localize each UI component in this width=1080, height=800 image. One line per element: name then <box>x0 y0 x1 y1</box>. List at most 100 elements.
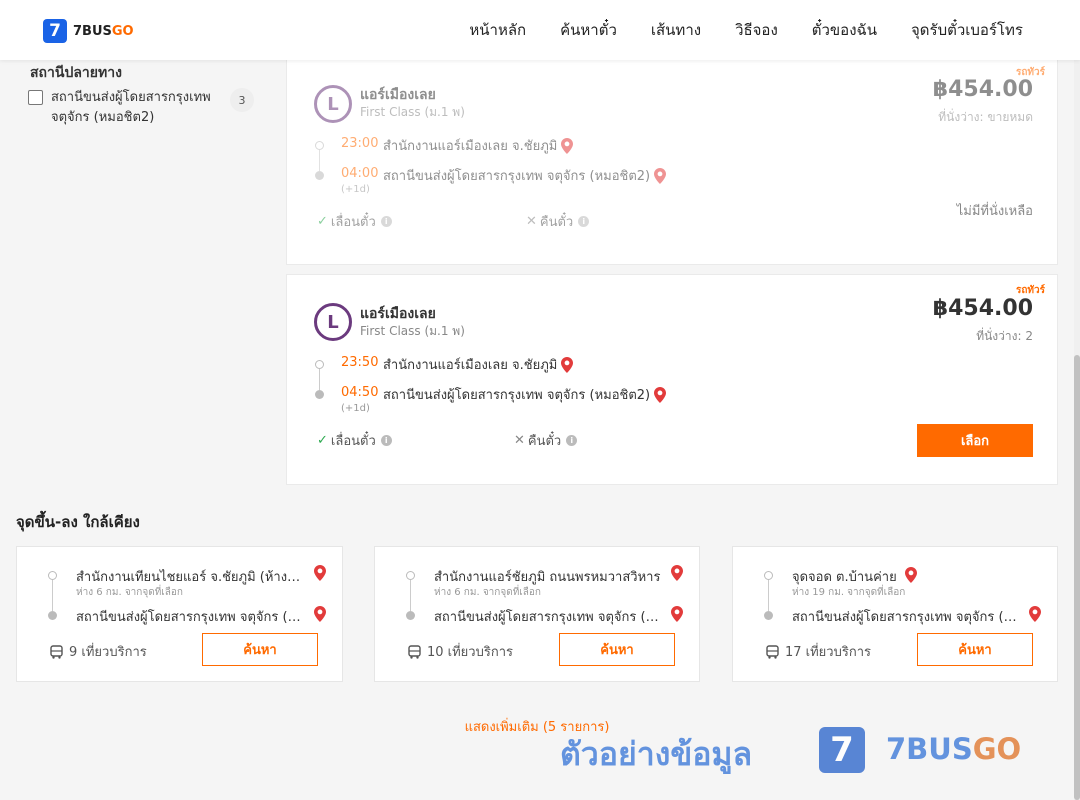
map-pin-icon[interactable] <box>654 167 667 184</box>
nearby-from-place: จุดจอด ต.บ้านค่าย <box>792 566 917 587</box>
filter-option-label[interactable]: สถานีขนส่งผู้โดยสารกรุงเทพ จตุจักร (หมอช… <box>51 88 221 128</box>
nearby-services: 10 เที่ยวบริการ <box>408 641 513 662</box>
nearby-search-button[interactable]: ค้นหา <box>202 633 318 666</box>
bus-class: First Class (ม.1 พ) <box>360 105 465 119</box>
route-end-dot <box>48 611 57 620</box>
depart-time: 23:00 <box>341 136 379 151</box>
cross-icon: ✕ <box>526 214 537 229</box>
trip-price: ฿454.00 <box>932 296 1033 321</box>
trip-card-sold-out: รถทัวร์ L แอร์เมืองเลย First Class (ม.1 … <box>286 56 1058 265</box>
trip-price: ฿454.00 <box>932 77 1033 102</box>
nav-ticket-pickup[interactable]: จุดรับตั๋วเบอร์โทร <box>911 18 1023 42</box>
feature-refund-ticket: ✕ คืนตั๋ว i <box>526 211 590 232</box>
nearby-search-button[interactable]: ค้นหา <box>559 633 675 666</box>
nearby-services: 17 เที่ยวบริการ <box>766 641 871 662</box>
logo-text: 7BUSGO <box>73 23 134 39</box>
nearby-to-place: สถานีขนส่งผู้โดยสารกรุงเทพ จตุจักร (หมอช… <box>76 610 308 625</box>
map-pin-icon[interactable] <box>671 606 683 622</box>
nearby-from-place: สำนักงานเทียนไชยแอร์ จ.ชัยภูมิ (ห้างบิ๊ก… <box>76 570 301 585</box>
nearby-to-place: สถานีขนส่งผู้โดยสารกรุงเทพ จตุจักร (หมอช… <box>792 610 1024 625</box>
map-pin-icon[interactable] <box>1029 606 1041 622</box>
route-line <box>52 580 53 611</box>
next-day-marker: (+1d) <box>341 403 370 414</box>
route-line <box>319 369 320 390</box>
nav-my-tickets[interactable]: ตั๋วของฉัน <box>812 18 877 42</box>
arrive-place: สถานีขนส่งผู้โดยสารกรุงเทพ จตุจักร (หมอช… <box>383 165 667 186</box>
map-pin-icon[interactable] <box>654 386 667 403</box>
depart-place: สำนักงานแอร์เมืองเลย จ.ชัยภูมิ <box>383 135 574 156</box>
arrive-time: 04:00 <box>341 166 379 181</box>
trip-card: รถทัวร์ L แอร์เมืองเลย First Class (ม.1 … <box>286 274 1058 485</box>
route-end-dot <box>406 611 415 620</box>
nearby-to-place: สถานีขนส่งผู้โดยสารกรุงเทพ จตุจักร (หมอช… <box>434 610 666 625</box>
depart-place: สำนักงานแอร์เมืองเลย จ.ชัยภูมิ <box>383 354 574 375</box>
route-end-dot <box>315 171 324 180</box>
seats-available: ที่นั่งว่าง: 2 <box>976 329 1033 343</box>
map-pin-icon[interactable] <box>671 565 683 581</box>
bus-icon <box>766 644 779 659</box>
arrive-place: สถานีขนส่งผู้โดยสารกรุงเทพ จตุจักร (หมอช… <box>383 384 667 405</box>
route-start-dot <box>764 571 773 580</box>
bus-icon <box>50 644 63 659</box>
checkbox-icon[interactable] <box>28 90 43 105</box>
logo-mark: 7 <box>43 19 67 43</box>
info-icon[interactable]: i <box>578 216 590 227</box>
next-day-marker: (+1d) <box>341 184 370 195</box>
filter-destination-option[interactable]: สถานีขนส่งผู้โดยสารกรุงเทพ จตุจักร (หมอช… <box>28 88 258 128</box>
feature-change-ticket: ✓ เลื่อนตั๋ว i <box>317 430 392 451</box>
nearby-stop-card: สำนักงานเทียนไชยแอร์ จ.ชัยภูมิ (ห้างบิ๊ก… <box>16 546 343 682</box>
bus-class: First Class (ม.1 พ) <box>360 324 465 338</box>
arrive-time: 04:50 <box>341 385 379 400</box>
page-scrollbar-thumb[interactable] <box>1074 355 1080 800</box>
sold-out-status: ไม่มีที่นั่งเหลือ <box>956 204 1033 219</box>
filter-option-count: 3 <box>230 88 254 112</box>
operator-logo-icon: L <box>314 303 352 341</box>
seats-available: ที่นั่งว่าง: ขายหมด <box>938 110 1033 124</box>
nearby-stop-card: จุดจอด ต.บ้านค่าย ห่าง 19 กม. จากจุดที่เ… <box>732 546 1058 682</box>
map-pin-icon[interactable] <box>904 567 917 583</box>
route-end-dot <box>764 611 773 620</box>
map-pin-icon[interactable] <box>561 356 574 373</box>
bus-icon <box>408 644 421 659</box>
nearby-search-button[interactable]: ค้นหา <box>917 633 1033 666</box>
filter-destination-title: สถานีปลายทาง <box>30 65 122 81</box>
feature-refund-ticket: ✕ คืนตั๋ว i <box>514 430 578 451</box>
watermark-logo-icon: 7 <box>819 727 865 773</box>
route-start-dot <box>315 360 324 369</box>
site-logo[interactable]: 7 7BUSGO <box>43 19 134 43</box>
feature-change-ticket: ✓ เลื่อนตั๋ว i <box>317 211 392 232</box>
map-pin-icon[interactable] <box>314 606 326 622</box>
route-start-dot <box>406 571 415 580</box>
depart-time: 23:50 <box>341 355 379 370</box>
info-icon[interactable]: i <box>566 435 578 446</box>
route-start-dot <box>315 141 324 150</box>
check-icon: ✓ <box>317 214 328 229</box>
route-line <box>768 580 769 611</box>
watermark-text: ตัวอย่างข้อมูล <box>560 735 753 773</box>
route-line <box>410 580 411 611</box>
main-nav: หน้าหลัก ค้นหาตั๋ว เส้นทาง วิธีจอง ตั๋วข… <box>469 0 1023 60</box>
nav-home[interactable]: หน้าหลัก <box>469 18 526 42</box>
select-trip-button[interactable]: เลือก <box>917 424 1033 457</box>
route-end-dot <box>315 390 324 399</box>
nearby-from-place: สำนักงานแอร์ชัยภูมิ ถนนพรหมวาสวิหาร <box>434 570 661 585</box>
nearby-distance: ห่าง 6 กม. จากจุดที่เลือก <box>434 587 541 598</box>
nav-search-ticket[interactable]: ค้นหาตั๋ว <box>560 18 617 42</box>
nav-routes[interactable]: เส้นทาง <box>651 18 701 42</box>
watermark-brand: 7BUSGO <box>886 732 1022 766</box>
nearby-stop-card: สำนักงานแอร์ชัยภูมิ ถนนพรหมวาสวิหาร ห่าง… <box>374 546 700 682</box>
top-header: 7 7BUSGO หน้าหลัก ค้นหาตั๋ว เส้นทาง วิธี… <box>0 0 1080 60</box>
check-icon: ✓ <box>317 433 328 448</box>
info-icon[interactable]: i <box>380 216 392 227</box>
nearby-services: 9 เที่ยวบริการ <box>50 641 147 662</box>
info-icon[interactable]: i <box>380 435 392 446</box>
nav-how-to-book[interactable]: วิธีจอง <box>735 18 778 42</box>
nearby-distance: ห่าง 6 กม. จากจุดที่เลือก <box>76 587 183 598</box>
map-pin-icon[interactable] <box>314 565 326 581</box>
route-start-dot <box>48 571 57 580</box>
nearby-distance: ห่าง 19 กม. จากจุดที่เลือก <box>792 587 906 598</box>
cross-icon: ✕ <box>514 433 525 448</box>
map-pin-icon[interactable] <box>561 137 574 154</box>
operator-logo-icon: L <box>314 85 352 123</box>
route-line <box>319 150 320 171</box>
